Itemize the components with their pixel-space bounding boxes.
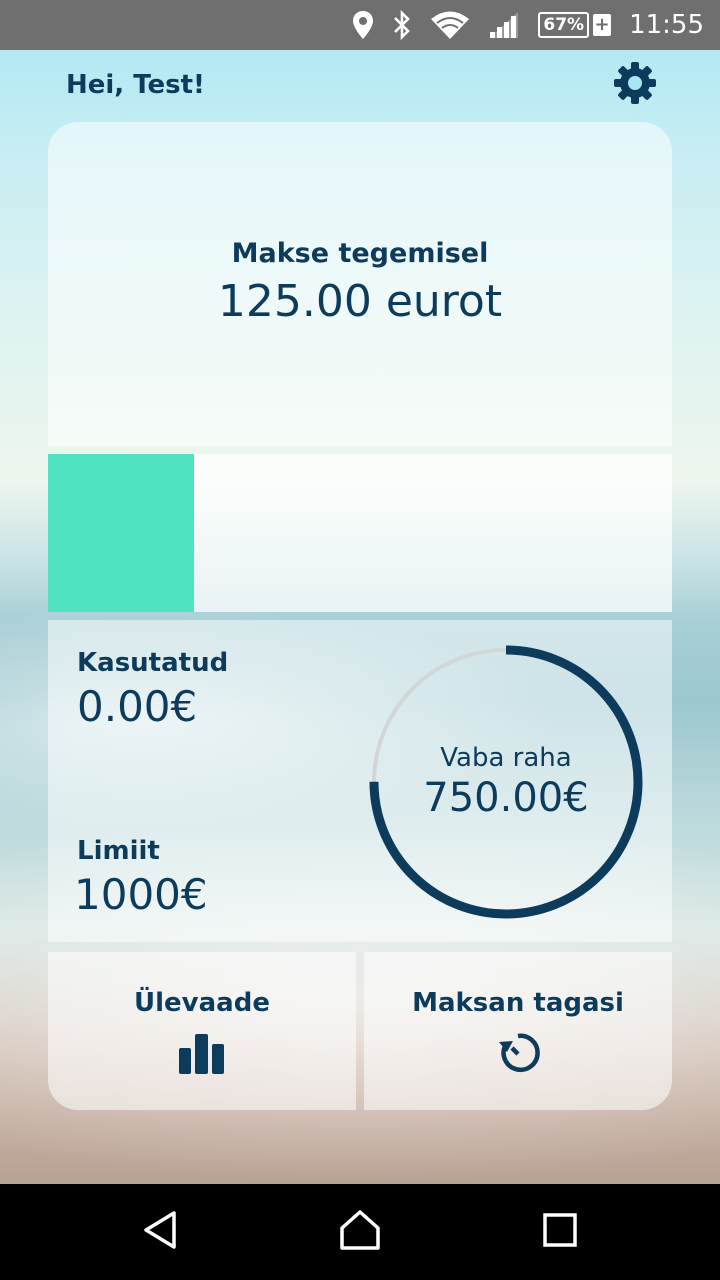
payment-amount: 125.00 eurot bbox=[217, 276, 503, 327]
refresh-icon bbox=[495, 1032, 541, 1074]
signal-icon bbox=[488, 10, 520, 40]
payment-label: Makse tegemisel bbox=[231, 238, 489, 269]
home-button[interactable] bbox=[332, 1208, 388, 1256]
status-bar: 67% + 11:55 bbox=[0, 0, 720, 50]
navigation-bar bbox=[0, 1184, 720, 1280]
bluetooth-icon bbox=[392, 10, 412, 40]
limit-value: 1000€ bbox=[74, 870, 208, 919]
limit-label: Limiit bbox=[77, 836, 160, 866]
payment-progress-bar bbox=[48, 454, 672, 612]
overview-button[interactable]: Ülevaade bbox=[48, 952, 356, 1110]
back-icon bbox=[140, 1210, 180, 1254]
bar-chart-icon bbox=[179, 1032, 225, 1074]
recents-icon bbox=[542, 1212, 578, 1252]
action-buttons: Ülevaade Maksan tagasi bbox=[48, 952, 672, 1110]
wifi-icon bbox=[430, 10, 470, 40]
free-money-value: 750.00€ bbox=[423, 775, 589, 821]
repay-button[interactable]: Maksan tagasi bbox=[364, 952, 672, 1110]
overview-label: Ülevaade bbox=[134, 988, 270, 1018]
battery-level: 67% bbox=[538, 12, 590, 38]
settings-button[interactable] bbox=[612, 62, 658, 108]
free-money-ring: Vaba raha 750.00€ bbox=[368, 644, 644, 920]
recents-button[interactable] bbox=[532, 1208, 588, 1256]
balance-panel: Kasutatud 0.00€ Limiit 1000€ Vaba raha 7… bbox=[48, 620, 672, 942]
used-label: Kasutatud bbox=[77, 648, 229, 678]
repay-label: Maksan tagasi bbox=[412, 988, 624, 1018]
payment-panel: Makse tegemisel 125.00 eurot bbox=[48, 122, 672, 446]
gear-icon bbox=[613, 61, 657, 109]
charging-icon: + bbox=[593, 14, 612, 36]
progress-fill bbox=[48, 454, 194, 612]
free-money-label: Vaba raha bbox=[440, 743, 572, 773]
home-icon bbox=[338, 1209, 382, 1255]
back-button[interactable] bbox=[132, 1208, 188, 1256]
used-value: 0.00€ bbox=[77, 682, 198, 731]
battery-indicator: 67% + bbox=[538, 12, 612, 38]
greeting: Hei, Test! bbox=[66, 70, 205, 100]
account-card: Makse tegemisel 125.00 eurot Kasutatud 0… bbox=[48, 122, 672, 1110]
clock: 11:55 bbox=[629, 10, 704, 40]
location-icon bbox=[352, 10, 374, 40]
